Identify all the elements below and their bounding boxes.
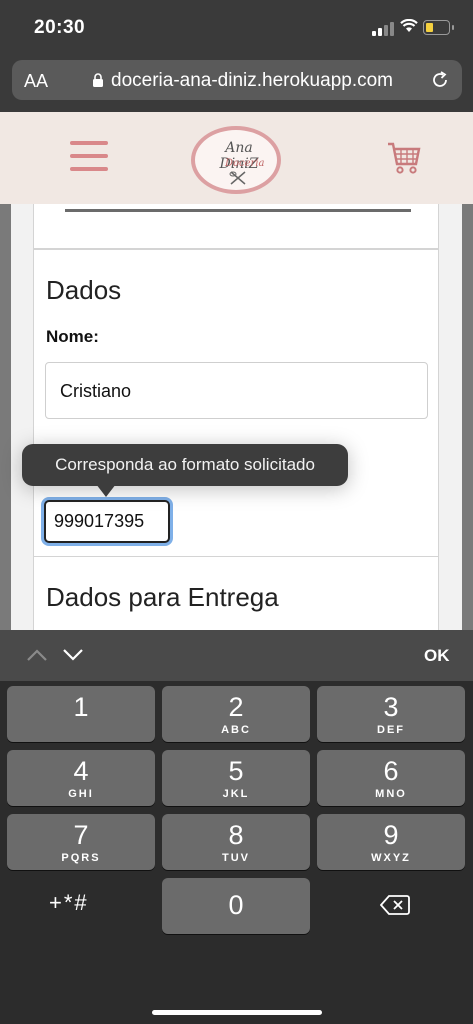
divider xyxy=(65,209,411,212)
name-label: Nome: xyxy=(46,327,99,346)
key-6[interactable]: 6 MNO xyxy=(317,750,465,806)
page-content: Dados Nome: Cristiano 999017395 Dados pa… xyxy=(0,204,473,630)
key-1[interactable]: 1 xyxy=(7,686,155,742)
phone-input[interactable]: 999017395 xyxy=(44,500,170,543)
validation-tooltip: Corresponda ao formato solicitado xyxy=(22,444,348,486)
section-title-entrega: Dados para Entrega xyxy=(46,582,279,612)
status-time: 20:30 xyxy=(34,17,86,38)
whisk-icon xyxy=(229,171,246,185)
numeric-keyboard: 1 2 ABC 3 DEF 4 GHI 5 JKL 6 MNO 7 PQRS 8 TUV 9W… xyxy=(0,681,473,1024)
key-8[interactable]: 8 TUV xyxy=(162,814,310,870)
site-header: Ana DiniZ Doceria xyxy=(0,112,473,204)
personal-data-card: Dados Nome: Cristiano 999017395 xyxy=(33,249,439,557)
battery-icon xyxy=(423,20,454,35)
delivery-data-card: Dados para Entrega xyxy=(33,556,439,630)
reload-icon[interactable] xyxy=(430,70,450,90)
previous-field-icon[interactable] xyxy=(26,648,48,662)
keyboard-accessory-bar: OK xyxy=(0,630,473,681)
name-input[interactable]: Cristiano xyxy=(45,362,428,419)
key-7[interactable]: 7 PQRS xyxy=(7,814,155,870)
key-3[interactable]: 3 DEF xyxy=(317,686,465,742)
key-9[interactable]: 9 WXYZ xyxy=(317,814,465,870)
text-size-button[interactable]: AA xyxy=(24,71,48,92)
tooltip-arrow xyxy=(96,484,116,497)
next-field-icon[interactable] xyxy=(62,648,84,662)
key-2[interactable]: 2 ABC xyxy=(162,686,310,742)
logo-subtitle: Doceria xyxy=(225,158,265,169)
wifi-icon xyxy=(400,19,418,32)
address-bar[interactable]: AA doceria-ana-diniz.herokuapp.com xyxy=(12,60,462,100)
shopping-cart-icon[interactable] xyxy=(386,140,422,176)
key-0[interactable]: 0 xyxy=(162,878,310,934)
menu-icon[interactable] xyxy=(70,141,108,173)
delete-icon[interactable] xyxy=(380,894,410,916)
symbols-key[interactable]: +*# xyxy=(49,890,89,916)
home-indicator[interactable] xyxy=(152,1010,322,1015)
lock-icon xyxy=(93,73,103,87)
section-title-dados: Dados xyxy=(46,275,122,305)
status-bar: 20:30 xyxy=(0,0,473,56)
checkout-page: Dados Nome: Cristiano 999017395 Dados pa… xyxy=(11,204,462,630)
browser-toolbar: AA doceria-ana-diniz.herokuapp.com xyxy=(0,56,473,112)
cellular-signal-icon xyxy=(372,22,394,36)
key-4[interactable]: 4 GHI xyxy=(7,750,155,806)
key-5[interactable]: 5 JKL xyxy=(162,750,310,806)
ok-button[interactable]: OK xyxy=(424,646,450,666)
previous-section-card xyxy=(33,204,439,249)
url-text[interactable]: doceria-ana-diniz.herokuapp.com xyxy=(111,70,393,92)
site-logo[interactable]: Ana DiniZ Doceria xyxy=(191,126,281,194)
